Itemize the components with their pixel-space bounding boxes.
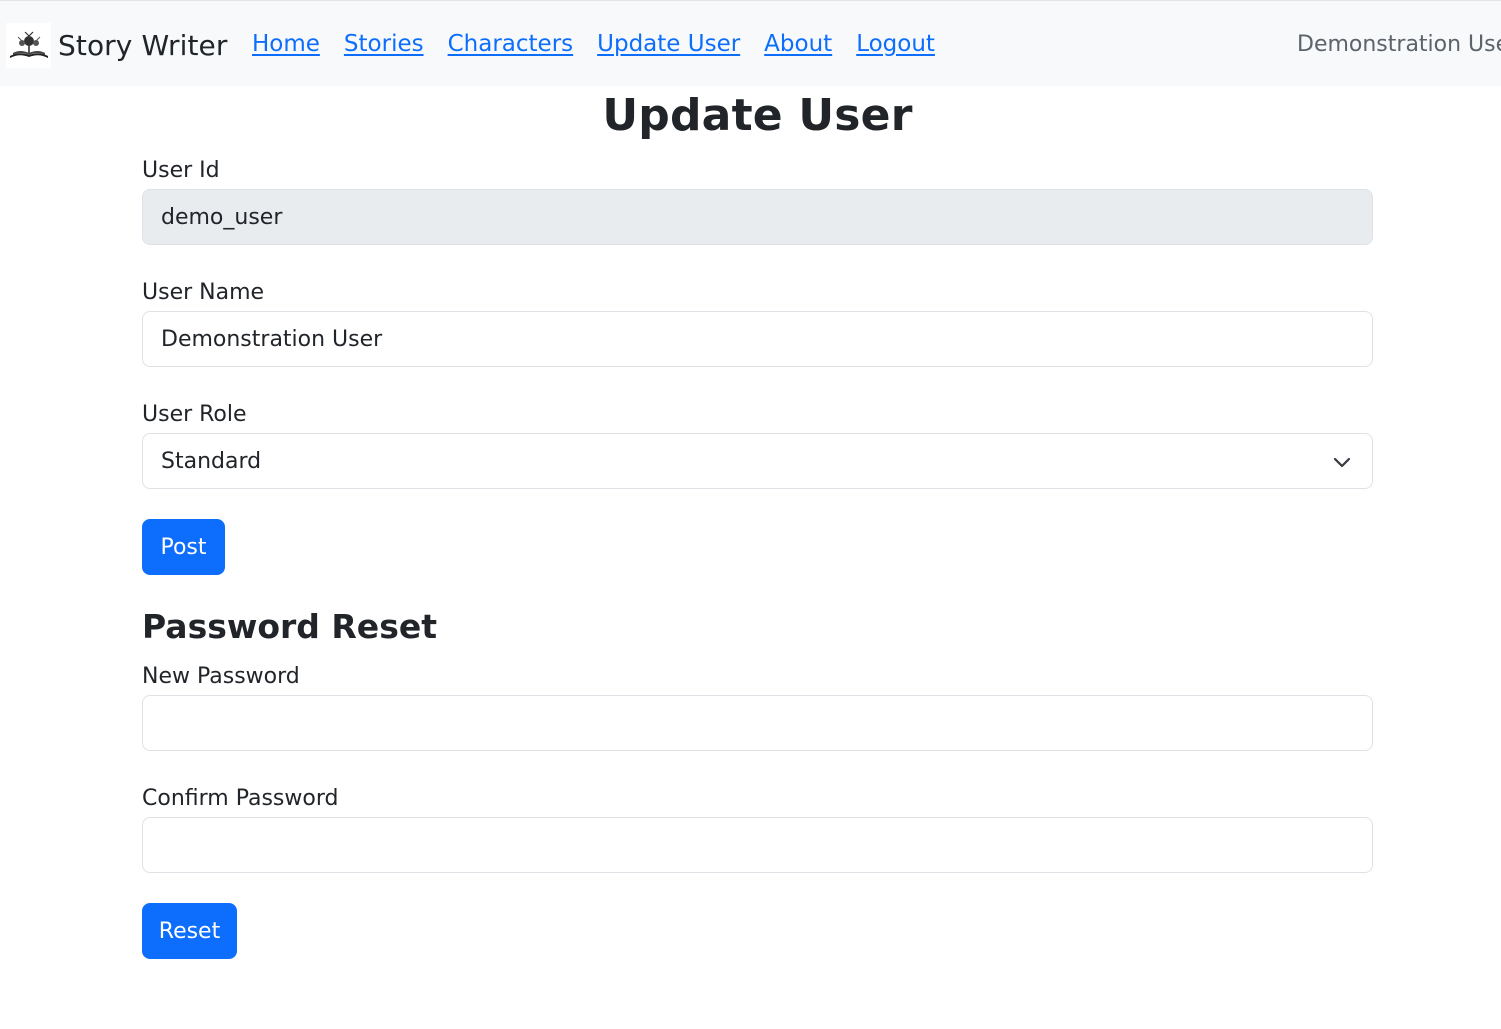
user-id-field: demo_user xyxy=(142,189,1373,245)
confirm-password-field[interactable] xyxy=(142,817,1373,873)
user-name-label: User Name xyxy=(142,280,265,305)
story-writer-logo-icon xyxy=(6,22,51,68)
reset-button[interactable]: Reset xyxy=(142,903,237,959)
brand-link[interactable]: Story Writer xyxy=(6,22,228,68)
nav-link-update-user[interactable]: Update User xyxy=(597,31,740,57)
post-button[interactable]: Post xyxy=(142,519,225,575)
brand-name: Story Writer xyxy=(58,28,228,62)
nav-links: Home Stories Characters Update User Abou… xyxy=(252,31,935,57)
user-id-label: User Id xyxy=(142,158,220,183)
user-role-value: Standard xyxy=(161,448,262,474)
current-user-name: Demonstration Use xyxy=(1297,32,1501,57)
nav-link-about[interactable]: About xyxy=(764,31,832,57)
new-password-field[interactable] xyxy=(142,695,1373,751)
user-id-value: demo_user xyxy=(161,204,283,230)
navbar: Story Writer Home Stories Characters Upd… xyxy=(0,0,1501,86)
nav-link-stories[interactable]: Stories xyxy=(344,31,424,57)
nav-link-logout[interactable]: Logout xyxy=(856,31,935,57)
user-name-value: Demonstration User xyxy=(161,326,383,352)
password-reset-title: Password Reset xyxy=(142,607,437,646)
nav-link-characters[interactable]: Characters xyxy=(448,31,574,57)
user-name-field[interactable]: Demonstration User xyxy=(142,311,1373,367)
nav-link-home[interactable]: Home xyxy=(252,31,320,57)
page-title: Update User xyxy=(602,90,913,141)
confirm-password-label: Confirm Password xyxy=(142,786,339,811)
chevron-down-icon xyxy=(1332,452,1352,472)
user-role-label: User Role xyxy=(142,402,247,427)
user-role-select[interactable]: Standard xyxy=(142,433,1373,489)
new-password-label: New Password xyxy=(142,664,300,689)
